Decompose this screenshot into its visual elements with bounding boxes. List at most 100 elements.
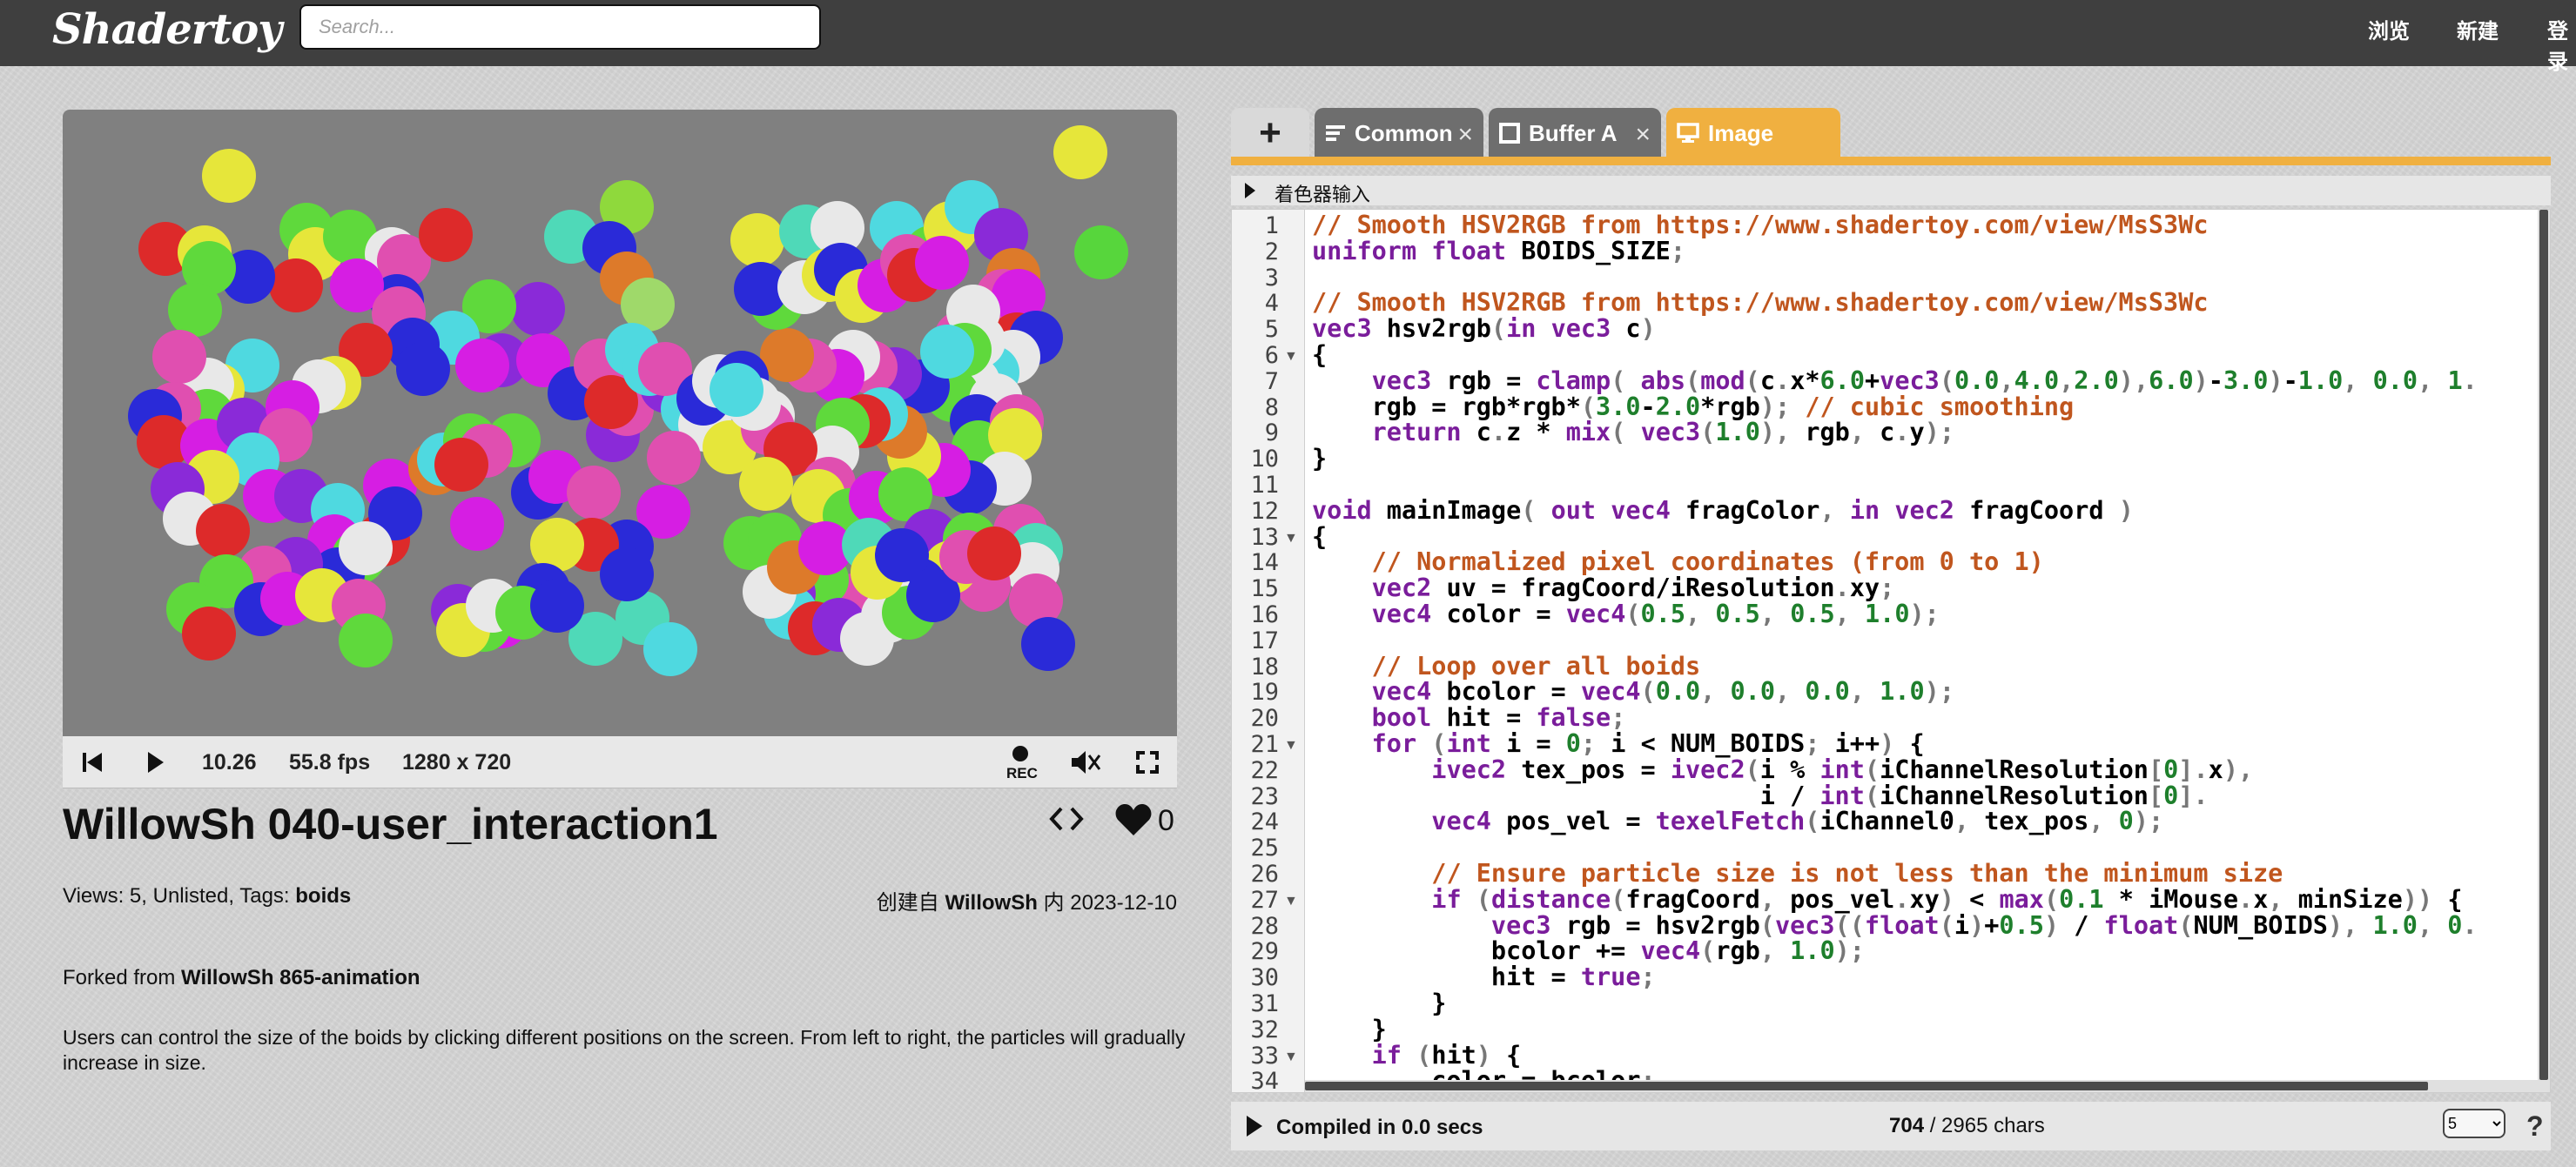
embed-code-icon[interactable] xyxy=(1047,804,1086,838)
code-line[interactable]: for (int i = 0; i < NUM_BOIDS; i++) { xyxy=(1312,731,1925,757)
nav-new[interactable]: 新建 xyxy=(2457,14,2499,44)
fullscreen-icon[interactable] xyxy=(1133,748,1161,776)
line-number: 10 xyxy=(1250,446,1279,473)
play-icon[interactable] xyxy=(141,748,169,776)
fold-arrow-icon[interactable]: ▼ xyxy=(1284,894,1298,909)
help-button[interactable]: ? xyxy=(2526,1110,2544,1143)
line-number: 14 xyxy=(1250,549,1279,577)
code-line[interactable]: if (hit) { xyxy=(1312,1042,1522,1069)
forked-from: Forked from WillowSh 865-animation xyxy=(63,966,420,990)
line-number: 28 xyxy=(1250,912,1279,940)
code-line[interactable]: } xyxy=(1312,990,1446,1016)
tab-image[interactable]: Image xyxy=(1666,108,1840,158)
code-line[interactable]: if (distance(fragCoord, pos_vel.xy) < ma… xyxy=(1312,886,2462,913)
nav-login[interactable]: 登录 xyxy=(2547,14,2576,75)
code-line[interactable]: vec2 uv = fragCoord/iResolution.xy; xyxy=(1312,575,1895,601)
time-display: 10.26 xyxy=(202,750,257,775)
font-size-select[interactable]: 5 xyxy=(2443,1109,2505,1138)
line-number: 34 xyxy=(1250,1068,1279,1093)
code-area[interactable]: // Smooth HSV2RGB from https://www.shade… xyxy=(1312,210,2531,1093)
line-number: 12 xyxy=(1250,497,1279,525)
shadertoy-logo[interactable]: Shadertoy xyxy=(52,5,282,54)
code-line[interactable]: vec3 rgb = hsv2rgb(vec3((float(i)+0.5) /… xyxy=(1312,912,2478,939)
fps-display: 55.8 fps xyxy=(289,750,371,775)
fold-arrow-icon[interactable]: ▼ xyxy=(1284,531,1298,547)
tab-common-label: Common xyxy=(1355,119,1453,146)
search-input[interactable] xyxy=(299,4,821,50)
horizontal-scrollbar[interactable] xyxy=(1305,1080,2538,1092)
code-line[interactable]: // Normalized pixel coordinates (from 0 … xyxy=(1312,549,2044,575)
code-line[interactable]: hit = true; xyxy=(1312,964,1656,990)
tab-image-label: Image xyxy=(1708,119,1774,146)
boid-particle xyxy=(455,339,509,392)
heart-icon[interactable] xyxy=(1114,802,1153,842)
line-number: 5 xyxy=(1264,316,1279,344)
add-tab-button[interactable]: + xyxy=(1231,108,1309,158)
code-line[interactable]: // Smooth HSV2RGB from https://www.shade… xyxy=(1312,290,2209,316)
tag-link[interactable]: boids xyxy=(295,884,351,908)
close-icon[interactable]: × xyxy=(1635,120,1651,150)
boid-particle xyxy=(647,431,701,485)
rewind-icon[interactable] xyxy=(78,748,106,776)
compile-play-icon[interactable] xyxy=(1245,1114,1264,1143)
tab-common[interactable]: Common × xyxy=(1315,108,1483,158)
boid-particle xyxy=(339,614,393,667)
shader-output[interactable] xyxy=(63,110,1177,736)
line-number: 19 xyxy=(1250,679,1279,707)
forked-prefix: Forked from xyxy=(63,966,182,989)
code-line[interactable]: return c.z * mix( vec3(1.0), rgb, c.y); xyxy=(1312,419,1954,446)
record-icon[interactable]: REC xyxy=(1003,741,1038,783)
author-link[interactable]: WillowSh xyxy=(945,891,1037,915)
code-line[interactable]: rgb = rgb*rgb*(3.0-2.0*rgb); // cubic sm… xyxy=(1312,393,2075,420)
code-line[interactable]: ivec2 tex_pos = ivec2(i % int(iChannelRe… xyxy=(1312,756,2253,783)
code-line[interactable]: { xyxy=(1312,523,1327,550)
nav-browse[interactable]: 浏览 xyxy=(2368,14,2410,44)
code-line[interactable]: vec4 bcolor = vec4(0.0, 0.0, 0.0, 1.0); xyxy=(1312,679,1954,705)
boid-particle xyxy=(419,208,473,262)
fold-arrow-icon[interactable]: ▼ xyxy=(1284,349,1298,365)
char-count: 704 / 2965 chars xyxy=(1889,1114,2045,1138)
shader-inputs-toggle[interactable]: 着色器输入 xyxy=(1231,176,2551,205)
horizontal-scroll-thumb[interactable] xyxy=(1305,1082,2428,1090)
code-line[interactable]: } xyxy=(1312,1016,1387,1043)
boid-particle xyxy=(450,497,504,551)
code-line[interactable]: uniform float BOIDS_SIZE; xyxy=(1312,238,1685,265)
fold-arrow-icon[interactable]: ▼ xyxy=(1284,1050,1298,1065)
tab-buffer-a[interactable]: Buffer A × xyxy=(1489,108,1661,158)
code-line[interactable]: void mainImage( out vec4 fragColor, in v… xyxy=(1312,497,2134,524)
tab-buffer-a-label: Buffer A xyxy=(1529,119,1618,146)
monitor-icon xyxy=(1677,123,1699,144)
line-number: 26 xyxy=(1250,861,1279,888)
shader-canvas[interactable] xyxy=(63,110,1177,736)
code-line[interactable]: } xyxy=(1312,446,1327,472)
line-number: 20 xyxy=(1250,705,1279,733)
vertical-scroll-thumb[interactable] xyxy=(2539,210,2548,1080)
shader-title: WillowSh 040-user_interaction1 xyxy=(63,800,718,848)
editor-status-bar: Compiled in 0.0 secs 704 / 2965 chars 5 … xyxy=(1231,1102,2551,1150)
code-line[interactable]: // Smooth HSV2RGB from https://www.shade… xyxy=(1312,212,2209,238)
line-number: 31 xyxy=(1250,990,1279,1017)
close-icon[interactable]: × xyxy=(1457,120,1473,150)
code-line[interactable]: i / int(iChannelResolution[0]. xyxy=(1312,782,2209,809)
code-line[interactable]: vec3 rgb = clamp( abs(mod(c.x*6.0+vec3(0… xyxy=(1312,367,2478,394)
volume-icon[interactable] xyxy=(1069,748,1101,776)
created-by: 创建自 WillowSh 内 2023-12-10 xyxy=(877,885,1177,915)
forked-source-link[interactable]: WillowSh 865-animation xyxy=(181,966,420,989)
resolution-display: 1280 x 720 xyxy=(402,750,512,775)
fold-arrow-icon[interactable]: ▼ xyxy=(1284,738,1298,754)
code-line[interactable]: { xyxy=(1312,342,1327,368)
code-line[interactable]: vec4 color = vec4(0.5, 0.5, 0.5, 1.0); xyxy=(1312,601,1940,627)
line-number: 22 xyxy=(1250,756,1279,784)
lines-icon xyxy=(1325,124,1346,143)
code-line[interactable]: vec4 pos_vel = texelFetch(iChannel0, tex… xyxy=(1312,808,2163,835)
line-number: 6 xyxy=(1264,342,1279,369)
vertical-scrollbar[interactable] xyxy=(2538,210,2550,1092)
code-line[interactable]: vec3 hsv2rgb(in vec3 c) xyxy=(1312,316,1656,342)
code-line[interactable]: // Ensure particle size is not less than… xyxy=(1312,861,2283,887)
line-number: 4 xyxy=(1264,290,1279,318)
code-line[interactable]: bool hit = false; xyxy=(1312,705,1626,731)
code-editor[interactable]: 1 2 3 4 5 6 ▼ 7 8 9 10 11 12 13 ▼ 14 15 16 17 18 19 20 21 ▼ 22 23… xyxy=(1231,209,2551,1093)
code-line[interactable]: // Loop over all boids xyxy=(1312,653,1701,680)
boid-particle xyxy=(915,236,969,290)
code-line[interactable]: bcolor += vec4(rgb, 1.0); xyxy=(1312,938,1865,964)
